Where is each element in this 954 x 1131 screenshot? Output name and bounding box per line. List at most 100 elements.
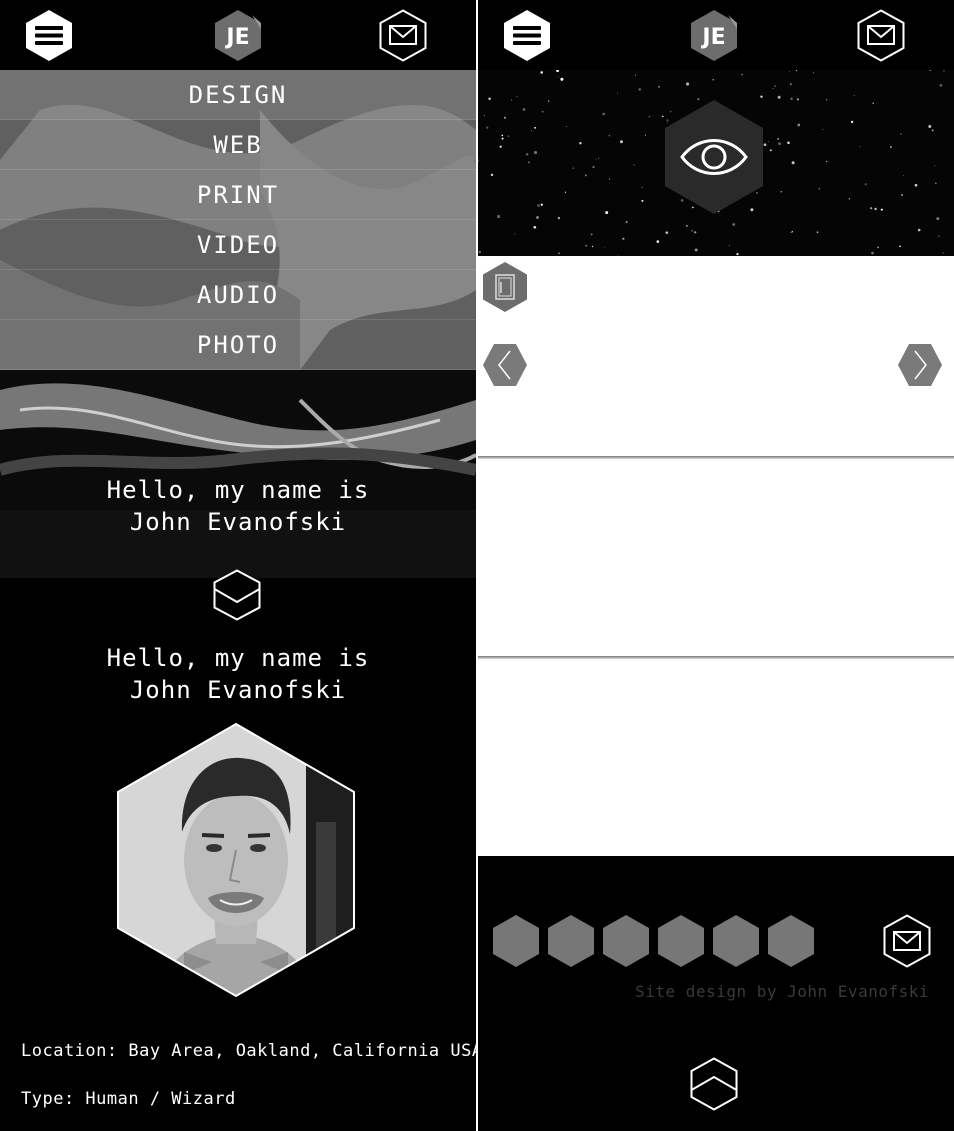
star bbox=[490, 173, 494, 177]
mobile-screen-menu-open: JE DESIGN WEB PRINT VIDEO AUDIO PHOTO He… bbox=[0, 0, 476, 1131]
star bbox=[556, 70, 560, 73]
star bbox=[935, 182, 937, 185]
scroll-down-button[interactable] bbox=[213, 569, 261, 621]
star bbox=[864, 183, 867, 186]
top-nav-bar: JE bbox=[0, 0, 476, 70]
star bbox=[579, 141, 582, 145]
menu-item-design[interactable]: DESIGN bbox=[0, 70, 476, 120]
star bbox=[917, 228, 921, 232]
star bbox=[872, 102, 875, 105]
star bbox=[848, 198, 850, 200]
star bbox=[728, 244, 730, 246]
menu-button[interactable] bbox=[25, 9, 73, 62]
profile-photo bbox=[117, 722, 355, 998]
star bbox=[760, 95, 763, 98]
star bbox=[525, 152, 529, 156]
star bbox=[665, 231, 669, 234]
star bbox=[774, 85, 776, 87]
star bbox=[478, 159, 480, 162]
star bbox=[939, 84, 943, 87]
logo-text: JE bbox=[700, 25, 725, 50]
star bbox=[657, 85, 661, 88]
social-link-icon[interactable] bbox=[603, 915, 649, 967]
star bbox=[540, 71, 543, 74]
about-greeting-line2: John Evanofski bbox=[129, 676, 347, 704]
hamburger-icon bbox=[26, 10, 72, 61]
star bbox=[560, 77, 564, 81]
star bbox=[648, 115, 651, 118]
gallery-prev-button[interactable] bbox=[482, 343, 528, 387]
star bbox=[686, 82, 690, 86]
mobile-screen-portfolio: JE Site design by John Evanofski bbox=[478, 0, 954, 1131]
contact-button[interactable] bbox=[857, 9, 905, 62]
star bbox=[488, 97, 491, 100]
star bbox=[486, 126, 489, 129]
star bbox=[638, 88, 642, 91]
back-to-top-button[interactable] bbox=[690, 1057, 738, 1111]
hero-greeting-line1: Hello, my name is bbox=[106, 476, 370, 504]
social-link-icon[interactable] bbox=[658, 915, 704, 967]
star bbox=[850, 120, 854, 124]
star bbox=[790, 97, 793, 100]
social-link-icon[interactable] bbox=[493, 915, 539, 967]
logo[interactable]: JE bbox=[214, 9, 262, 62]
contact-button[interactable] bbox=[379, 9, 427, 62]
star bbox=[501, 137, 504, 140]
type-text: Type: Human / Wizard bbox=[21, 1089, 236, 1109]
star bbox=[533, 225, 537, 229]
menu-item-web[interactable]: WEB bbox=[0, 120, 476, 170]
star bbox=[890, 146, 892, 148]
star bbox=[584, 174, 588, 177]
social-links bbox=[493, 915, 814, 967]
star bbox=[936, 217, 940, 221]
star bbox=[511, 99, 513, 101]
star bbox=[763, 143, 767, 147]
menu-button[interactable] bbox=[503, 9, 551, 62]
star bbox=[812, 72, 814, 74]
star bbox=[818, 188, 821, 190]
envelope-icon bbox=[379, 9, 427, 62]
footer-contact-button[interactable] bbox=[883, 914, 931, 968]
star bbox=[938, 235, 940, 237]
hero-greeting: Hello, my name is John Evanofski bbox=[0, 474, 476, 538]
star bbox=[501, 134, 504, 137]
social-link-icon[interactable] bbox=[713, 915, 759, 967]
star bbox=[536, 216, 539, 219]
star bbox=[901, 194, 903, 196]
site-credit: Site design by John Evanofski bbox=[635, 982, 929, 1001]
star bbox=[795, 70, 798, 72]
about-greeting-line1: Hello, my name is bbox=[106, 644, 370, 672]
star bbox=[534, 126, 537, 129]
star bbox=[531, 130, 533, 132]
star bbox=[557, 76, 559, 78]
star bbox=[780, 191, 782, 193]
star bbox=[622, 237, 625, 240]
star bbox=[504, 116, 506, 119]
star bbox=[853, 94, 855, 96]
menu-item-video[interactable]: VIDEO bbox=[0, 220, 476, 270]
about-greeting: Hello, my name is John Evanofski bbox=[0, 642, 476, 706]
menu-item-print[interactable]: PRINT bbox=[0, 170, 476, 220]
menu-item-audio[interactable]: AUDIO bbox=[0, 270, 476, 320]
social-link-icon[interactable] bbox=[548, 915, 594, 967]
star bbox=[499, 145, 502, 148]
envelope-icon bbox=[857, 9, 905, 62]
starfield-banner bbox=[478, 70, 954, 256]
envelope-icon bbox=[883, 914, 931, 968]
chevron-down-icon bbox=[213, 569, 261, 621]
star bbox=[516, 96, 518, 98]
gallery-next-button[interactable] bbox=[897, 343, 943, 387]
star bbox=[625, 220, 628, 223]
star bbox=[616, 92, 619, 94]
star bbox=[825, 160, 828, 163]
menu-item-photo[interactable]: PHOTO bbox=[0, 320, 476, 370]
star bbox=[877, 246, 879, 249]
star bbox=[497, 214, 501, 219]
logo[interactable]: JE bbox=[690, 9, 738, 62]
star bbox=[874, 207, 877, 211]
social-link-icon[interactable] bbox=[768, 915, 814, 967]
star bbox=[943, 70, 945, 72]
star bbox=[694, 248, 698, 252]
star bbox=[483, 115, 485, 117]
eye-icon bbox=[665, 100, 763, 214]
